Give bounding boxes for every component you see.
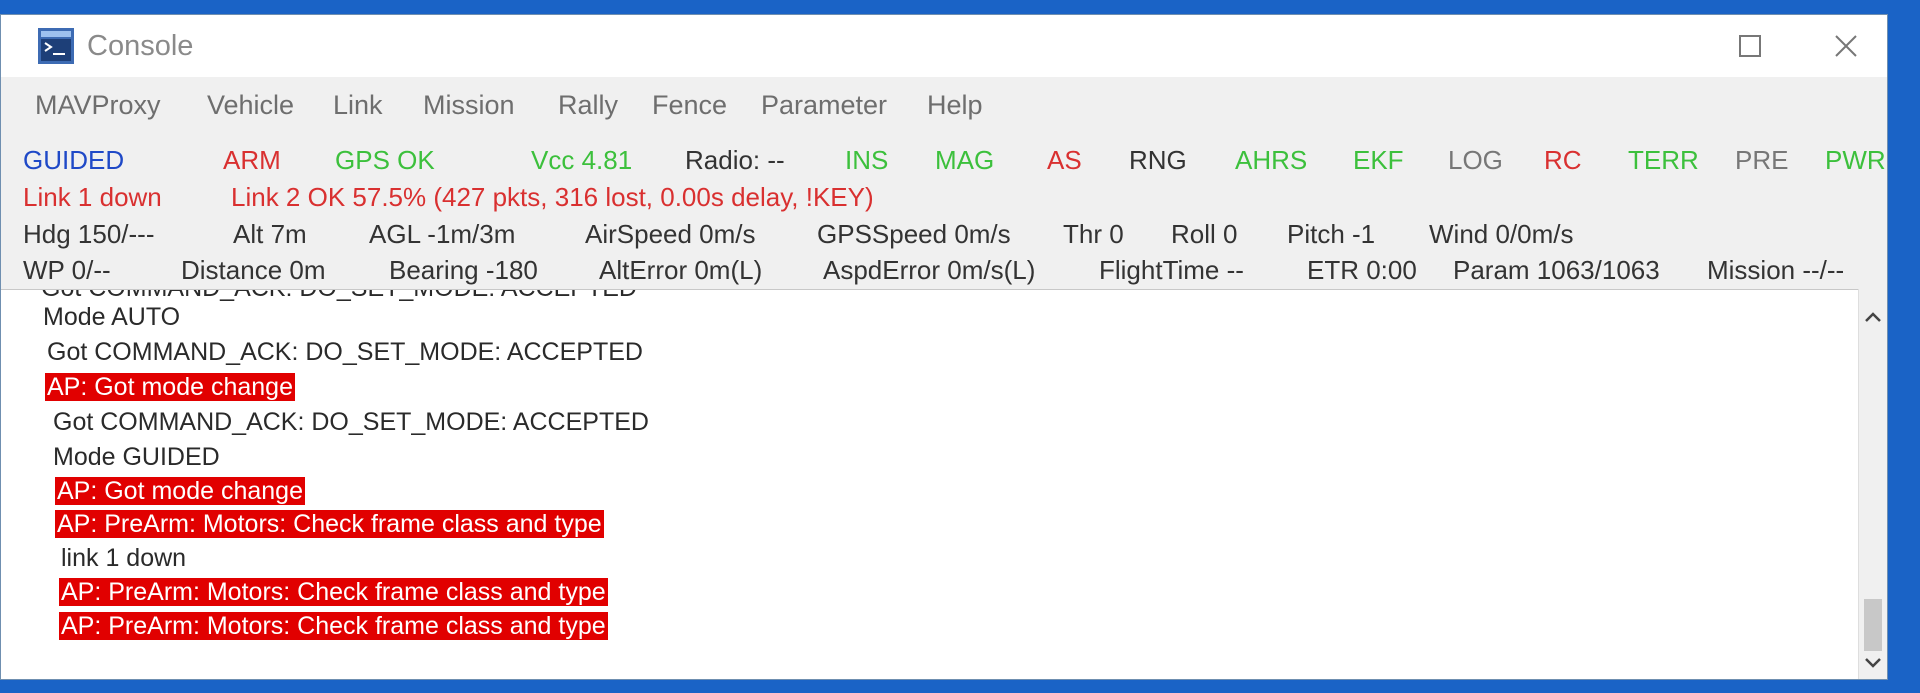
status-link1: Link 1 down <box>23 182 162 212</box>
scroll-down-button[interactable] <box>1859 649 1887 677</box>
status-mode: GUIDED <box>23 145 125 175</box>
status-rc: RC <box>1544 145 1582 175</box>
chevron-up-icon <box>1865 312 1881 322</box>
status-ahrs: AHRS <box>1235 145 1308 175</box>
menu-bar: MAVProxy Vehicle Link Mission Rally Fenc… <box>1 77 1887 121</box>
console-line: link 1 down <box>61 544 187 572</box>
menu-mission[interactable]: Mission <box>423 90 515 121</box>
status-flighttime: FlightTime -- <box>1099 255 1244 285</box>
status-as: AS <box>1047 145 1082 175</box>
status-row-nav: WP 0/-- Distance 0m Bearing -180 AltErro… <box>1 251 1887 287</box>
status-vcc: Vcc 4.81 <box>531 145 633 175</box>
console-output[interactable]: Got COMMAND_ACK: DO_SET_MODE: ACCEPTED M… <box>1 289 1861 679</box>
menu-rally[interactable]: Rally <box>558 90 618 121</box>
status-radio: Radio: -- <box>685 145 785 175</box>
close-button[interactable] <box>1811 21 1881 71</box>
console-line: AP: Got mode change <box>45 373 295 401</box>
menu-parameter[interactable]: Parameter <box>761 90 887 121</box>
console-line: AP: PreArm: Motors: Check frame class an… <box>59 578 608 606</box>
menu-link[interactable]: Link <box>333 90 383 121</box>
status-gpsspeed: GPSSpeed 0m/s <box>817 219 1011 249</box>
status-bearing: Bearing -180 <box>389 255 538 285</box>
console-line: Got COMMAND_ACK: DO_SET_MODE: ACCEPTED <box>53 408 649 436</box>
status-aspderror: AspdError 0m/s(L) <box>823 255 1036 285</box>
status-pwr: PWR <box>1825 145 1886 175</box>
status-link2: Link 2 OK 57.5% (427 pkts, 316 lost, 0.0… <box>231 182 874 212</box>
status-heading: Hdg 150/--- <box>23 219 155 249</box>
status-roll: Roll 0 <box>1171 219 1238 249</box>
status-rng: RNG <box>1129 145 1187 175</box>
menu-fence[interactable]: Fence <box>652 90 727 121</box>
status-gps: GPS OK <box>335 145 435 175</box>
status-etr: ETR 0:00 <box>1307 255 1417 285</box>
status-alterror: AltError 0m(L) <box>599 255 763 285</box>
status-waypoint: WP 0/-- <box>23 255 111 285</box>
console-line: Mode AUTO <box>43 303 181 331</box>
title-bar[interactable]: Console <box>1 15 1887 77</box>
close-icon <box>1835 35 1857 57</box>
status-arm: ARM <box>223 145 281 175</box>
maximize-icon <box>1739 35 1761 57</box>
status-log: LOG <box>1448 145 1503 175</box>
console-line: AP: Got mode change <box>55 477 305 505</box>
status-pre: PRE <box>1735 145 1789 175</box>
terminal-app-icon <box>38 28 74 64</box>
status-agl: AGL -1m/3m <box>369 219 516 249</box>
status-wind: Wind 0/0m/s <box>1429 219 1574 249</box>
console-line: Mode GUIDED <box>53 443 220 471</box>
status-throttle: Thr 0 <box>1063 219 1124 249</box>
status-param: Param 1063/1063 <box>1453 255 1660 285</box>
console-line: Got COMMAND_ACK: DO_SET_MODE: ACCEPTED <box>47 338 643 366</box>
status-distance: Distance 0m <box>181 255 326 285</box>
console-line: AP: PreArm: Motors: Check frame class an… <box>55 510 604 538</box>
menu-vehicle[interactable]: Vehicle <box>207 90 294 121</box>
menu-help[interactable]: Help <box>927 90 983 121</box>
console-window: Console MAVProxy Vehicle Link Mission Ra… <box>0 14 1888 680</box>
status-alt: Alt 7m <box>233 219 307 249</box>
status-row-flight: Hdg 150/--- Alt 7m AGL -1m/3m AirSpeed 0… <box>1 215 1887 251</box>
status-pitch: Pitch -1 <box>1287 219 1376 249</box>
console-line: AP: PreArm: Motors: Check frame class an… <box>59 612 608 640</box>
window-title: Console <box>87 30 194 62</box>
status-airspeed: AirSpeed 0m/s <box>585 219 756 249</box>
status-ekf: EKF <box>1353 145 1404 175</box>
scroll-thumb[interactable] <box>1864 599 1882 651</box>
console-scrollbar[interactable] <box>1858 289 1887 679</box>
status-terr: TERR <box>1628 145 1699 175</box>
chevron-down-icon <box>1865 658 1881 668</box>
status-ins: INS <box>845 145 889 175</box>
status-mission: Mission --/-- <box>1707 255 1845 285</box>
status-row-flags: GUIDED ARM GPS OK Vcc 4.81 Radio: -- INS… <box>1 141 1887 177</box>
maximize-button[interactable] <box>1715 21 1785 71</box>
status-row-links: Link 1 down Link 2 OK 57.5% (427 pkts, 3… <box>1 178 1887 214</box>
scroll-up-button[interactable] <box>1859 303 1887 331</box>
menu-mavproxy[interactable]: MAVProxy <box>35 90 161 121</box>
status-mag: MAG <box>935 145 995 175</box>
